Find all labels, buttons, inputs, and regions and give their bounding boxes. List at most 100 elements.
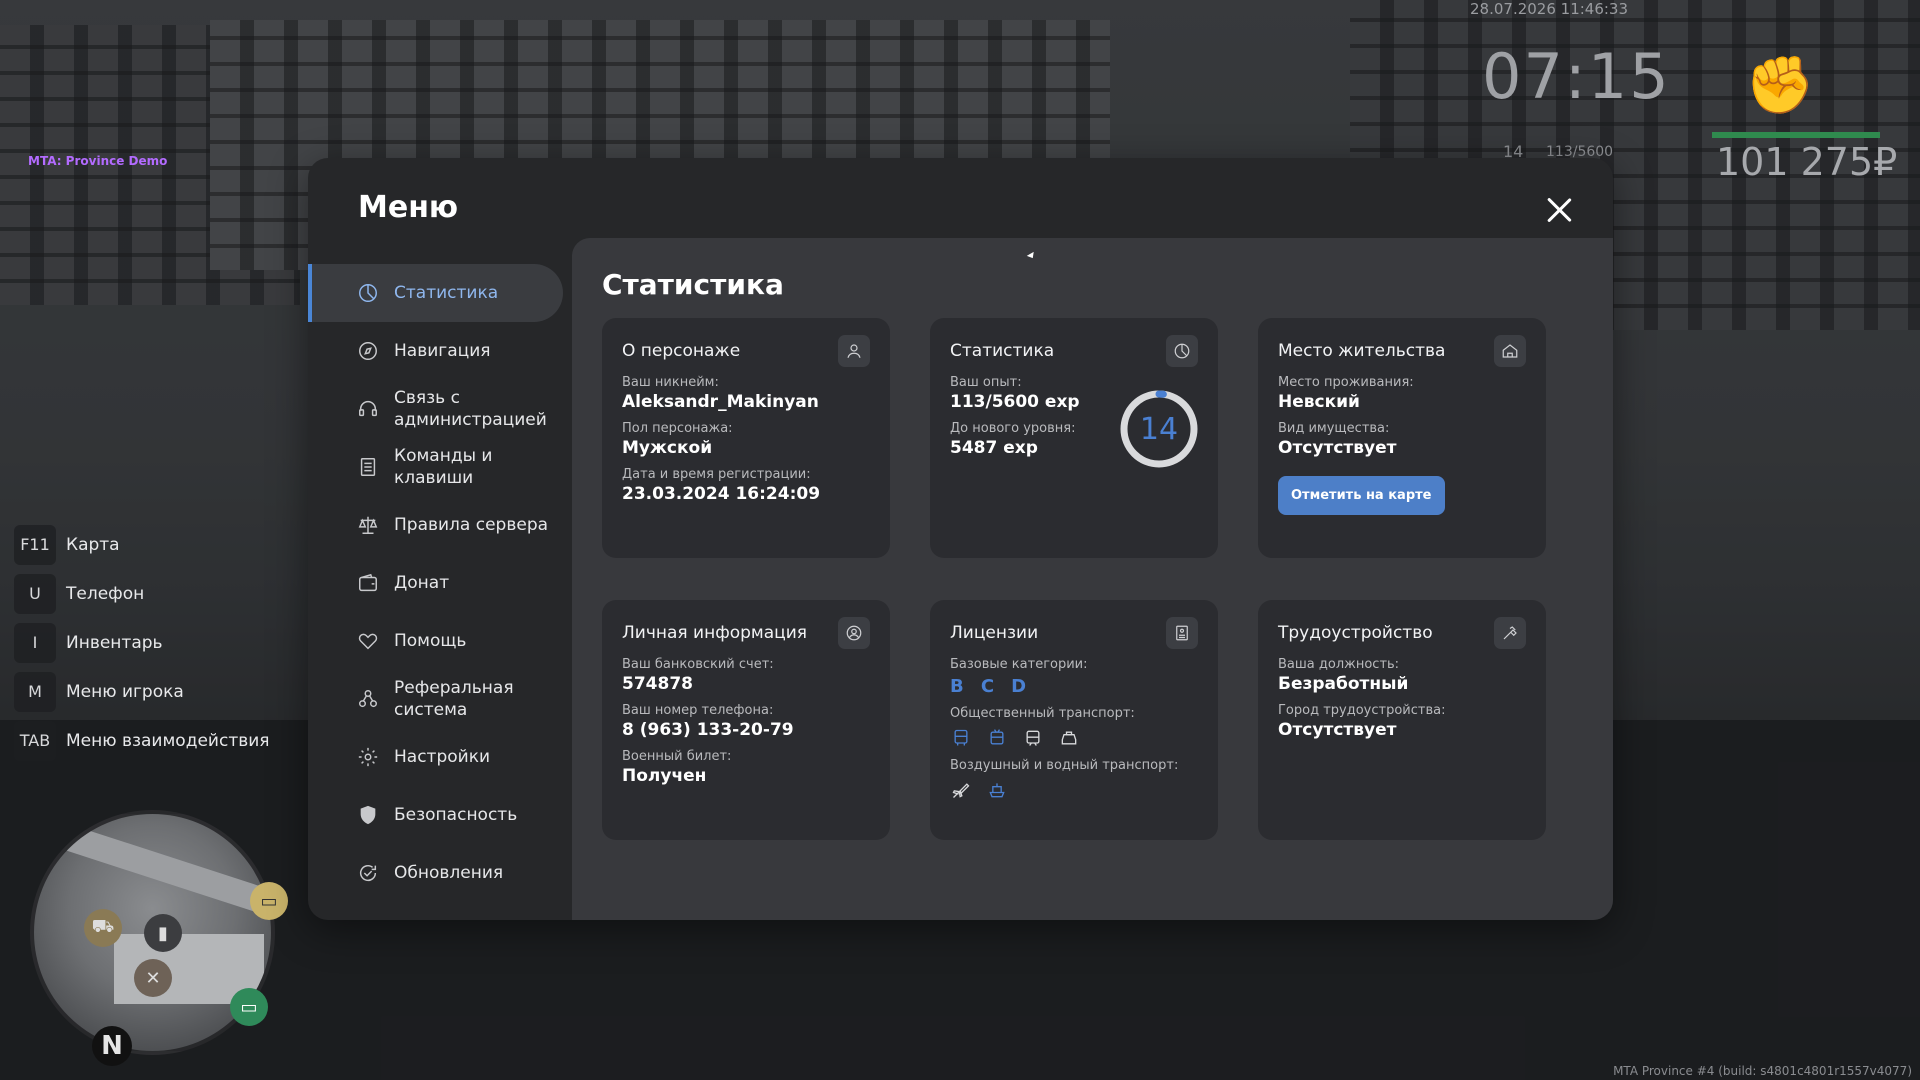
reg-label: Дата и время регистрации: <box>622 467 811 482</box>
place-value: Невский <box>1278 392 1360 412</box>
card-licenses: Лицензии Базовые категории: B C D Общест… <box>930 600 1218 840</box>
hotkey-row: I Инвентарь <box>14 618 270 667</box>
card-title: О персонаже <box>622 341 741 361</box>
build-info: MTA Province #4 (build: s4801c4801r1557v… <box>1613 1064 1912 1078</box>
card-residence: Место жительства Место проживания: Невск… <box>1258 318 1546 558</box>
nav-label: Навигация <box>394 341 491 361</box>
place-label: Место проживания: <box>1278 375 1414 390</box>
reg-value: 23.03.2024 16:24:09 <box>622 484 821 504</box>
compass-icon <box>356 339 380 363</box>
hotkey-label: Телефон <box>66 583 145 604</box>
card-title: Статистика <box>950 341 1055 361</box>
boat-icon <box>986 779 1008 801</box>
position-label: Ваша должность: <box>1278 657 1400 672</box>
minimap-taxi-icon: ▭ <box>250 882 288 920</box>
wallet-icon <box>356 571 380 595</box>
minimap-truck-icon: ⛟ <box>84 909 122 947</box>
user-circle-icon <box>838 617 870 649</box>
pie-chart-icon <box>356 281 380 305</box>
nav-item-settings[interactable]: Настройки <box>308 728 563 786</box>
card-personal: Личная информация Ваш банковский счет: 5… <box>602 600 890 840</box>
card-title: Место жительства <box>1278 341 1446 361</box>
airplane-icon <box>950 779 972 801</box>
nav-label: Помощь <box>394 631 467 651</box>
headset-icon <box>356 397 380 421</box>
nav-label: Правила сервера <box>394 515 549 535</box>
nav-item-admin-contact[interactable]: Связь с администрацией <box>308 380 563 438</box>
player-menu-window: Меню Статистика Навигация Связь с админи… <box>308 158 1613 920</box>
document-icon <box>1166 617 1198 649</box>
user-icon <box>838 335 870 367</box>
nav-label: Реферальная система <box>394 678 514 720</box>
hud-time: 07:15 <box>1482 40 1671 113</box>
license-category: B <box>950 676 964 697</box>
work-city-value: Отсутствует <box>1278 720 1397 740</box>
taxi-icon <box>1058 727 1080 749</box>
nav-item-donate[interactable]: Донат <box>308 554 563 612</box>
gender-label: Пол персонажа: <box>622 421 733 436</box>
hammer-icon <box>1494 617 1526 649</box>
mark-on-map-button[interactable]: Отметить на карте <box>1278 476 1445 515</box>
hotkey-key: U <box>14 573 56 614</box>
hotkey-key: M <box>14 671 56 712</box>
minimap-north-icon: N <box>92 1026 132 1066</box>
shield-icon <box>356 803 380 827</box>
nav-item-help[interactable]: Помощь <box>308 612 563 670</box>
scales-icon <box>356 513 380 537</box>
minimap-door-icon: ▮ <box>144 914 182 952</box>
license-categories: B C D <box>950 676 1198 697</box>
hotkey-label: Меню игрока <box>66 681 184 702</box>
property-label: Вид имущества: <box>1278 421 1390 436</box>
nav-item-rules[interactable]: Правила сервера <box>308 496 563 554</box>
hotkey-label: Инвентарь <box>66 632 163 653</box>
public-transport-label: Общественный транспорт: <box>950 706 1135 721</box>
public-transport-icons <box>950 727 1198 749</box>
license-category: C <box>980 676 995 697</box>
nav-item-updates[interactable]: Обновления <box>308 844 563 902</box>
level-ring: 14 <box>1118 388 1200 470</box>
phone-label: Ваш номер телефона: <box>622 703 774 718</box>
license-category: D <box>1011 676 1027 697</box>
hotkey-row: F11 Карта <box>14 520 270 569</box>
base-categories-label: Базовые категории: <box>950 657 1088 672</box>
hotkey-key: F11 <box>14 524 56 565</box>
nickname-value: Aleksandr_Makinyan <box>622 392 819 412</box>
military-value: Получен <box>622 766 707 786</box>
handshake-icon <box>356 629 380 653</box>
position-value: Безработный <box>1278 674 1409 694</box>
nav-label: Настройки <box>394 747 491 767</box>
hotkey-row: M Меню игрока <box>14 667 270 716</box>
stats-title: Статистика <box>602 268 784 301</box>
minimap-tools-icon: ✕ <box>134 959 172 997</box>
gender-value: Мужской <box>622 438 713 458</box>
card-character: О персонаже Ваш никнейм: Aleksandr_Makin… <box>602 318 890 558</box>
nickname-label: Ваш никнейм: <box>622 375 719 390</box>
nav-item-referral[interactable]: Реферальная система <box>308 670 563 728</box>
close-button[interactable] <box>1541 192 1577 228</box>
bank-value: 574878 <box>622 674 693 694</box>
card-title: Трудоустройство <box>1278 623 1433 643</box>
house-icon <box>1494 335 1526 367</box>
bus-icon <box>950 727 972 749</box>
air-water-icons <box>950 779 1198 801</box>
menu-title: Меню <box>358 190 459 225</box>
card-title: Лицензии <box>950 623 1039 643</box>
card-employment: Трудоустройство Ваша должность: Безработ… <box>1258 600 1546 840</box>
nav-item-statistics[interactable]: Статистика <box>308 264 563 322</box>
nav-label: Команды и клавиши <box>394 446 493 488</box>
hud-datetime: 28.07.2026 11:46:33 <box>1470 0 1629 18</box>
nav-item-commands[interactable]: Команды и клавиши <box>308 438 563 496</box>
nav-item-security[interactable]: Безопасность <box>308 786 563 844</box>
list-icon <box>356 455 380 479</box>
hotkey-key: I <box>14 622 56 663</box>
nav-label: Обновления <box>394 863 504 883</box>
nav-label: Безопасность <box>394 805 518 825</box>
bank-label: Ваш банковский счет: <box>622 657 774 672</box>
nav-label: Донат <box>394 573 450 593</box>
nav-label: Статистика <box>394 283 499 303</box>
nav-label: Связь с администрацией <box>394 388 547 430</box>
property-value: Отсутствует <box>1278 438 1397 458</box>
menu-nav: Статистика Навигация Связь с администрац… <box>308 264 563 902</box>
nav-item-navigation[interactable]: Навигация <box>308 322 563 380</box>
air-water-label: Воздушный и водный транспорт: <box>950 758 1179 773</box>
